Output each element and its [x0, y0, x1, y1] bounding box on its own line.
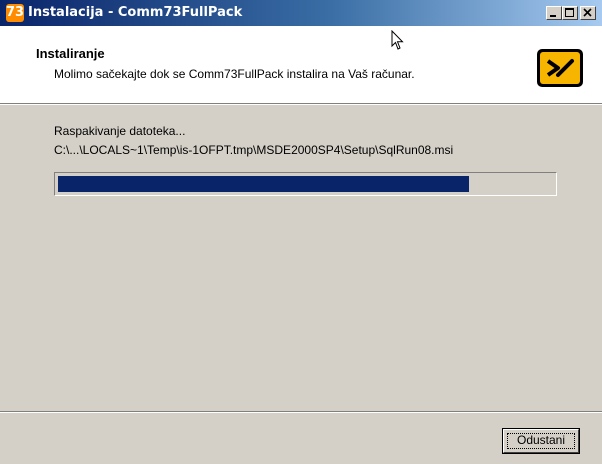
page-title: Instaliranje [36, 46, 105, 61]
cancel-button[interactable]: Odustani [502, 428, 580, 454]
app-icon: 73 [6, 4, 25, 22]
status-label: Raspakivanje datoteka... [54, 124, 186, 138]
minimize-button[interactable] [546, 6, 562, 20]
installer-window: 73 Instalacija - Comm73FullPack Instalir… [0, 0, 602, 464]
close-button[interactable] [580, 6, 596, 20]
header-panel: Instaliranje Molimo sačekajte dok se Com… [0, 26, 602, 104]
progress-fill [58, 176, 469, 192]
title-bar[interactable]: 73 Instalacija - Comm73FullPack [0, 0, 602, 26]
cancel-button-label: Odustani [516, 433, 566, 447]
page-subtitle: Molimo sačekajte dok se Comm73FullPack i… [54, 67, 415, 81]
window-title: Instalacija - Comm73FullPack [28, 5, 243, 20]
maximize-button[interactable] [562, 6, 578, 20]
close-icon [583, 8, 592, 17]
maximize-icon [565, 8, 574, 17]
minimize-icon [550, 15, 556, 17]
mouse-cursor-icon [391, 30, 404, 50]
footer-divider-highlight [0, 412, 602, 413]
progress-bar [54, 172, 557, 196]
installer-logo-icon [537, 49, 583, 87]
file-path: C:\...\LOCALS~1\Temp\is-1OFPT.tmp\MSDE20… [54, 143, 454, 157]
header-divider [0, 104, 602, 105]
